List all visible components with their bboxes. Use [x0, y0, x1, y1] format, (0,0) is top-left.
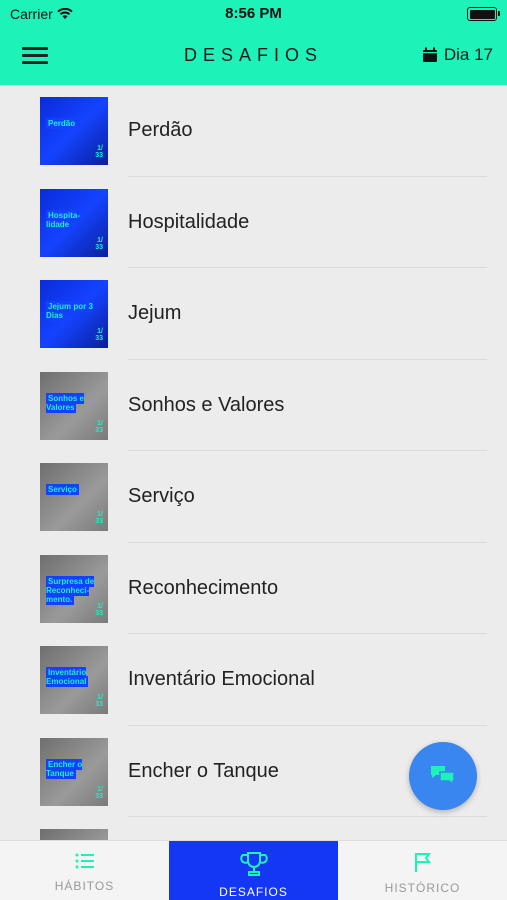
list-item[interactable]	[0, 817, 507, 840]
challenge-thumbnail	[40, 829, 108, 840]
tab-label: HISTÓRICO	[384, 881, 461, 895]
tab-desafios[interactable]: DESAFIOS	[169, 841, 338, 900]
chat-button[interactable]	[409, 742, 477, 810]
list-item[interactable]: Surpresa de Reconheci-mento. 1/33 Reconh…	[0, 543, 507, 634]
calendar-icon	[422, 47, 437, 62]
thumbnail-text: Jejum por 3 Dias	[46, 301, 93, 321]
thumbnail-text: Serviço	[46, 484, 79, 495]
challenge-thumbnail: Sonhos e Valores 1/33	[40, 371, 108, 440]
day-indicator[interactable]: Dia 17	[422, 45, 493, 65]
list-icon	[75, 853, 94, 869]
trophy-icon	[239, 852, 268, 876]
list-item[interactable]: Perdão 1/33 Perdão	[0, 85, 507, 177]
list-item[interactable]: Sonhos e Valores 1/33 Sonhos e Valores	[0, 360, 507, 451]
tab-habitos[interactable]: HÁBITOS	[0, 841, 169, 900]
app-screen: Carrier 8:56 PM DESAFIOS Dia 17 Perdão 1…	[0, 0, 507, 900]
day-label: Dia 17	[443, 45, 493, 64]
tab-historico[interactable]: HISTÓRICO	[338, 841, 507, 900]
challenge-title: Hospitalidade	[128, 210, 250, 233]
challenge-title: Jejum	[128, 302, 182, 324]
challenge-thumbnail: Jejum por 3 Dias 1/33	[40, 280, 108, 348]
thumbnail-text: Encher o Tanque	[46, 758, 83, 779]
nav-bar: DESAFIOS Dia 17	[0, 34, 507, 78]
challenge-title: Reconhecimento	[128, 576, 279, 599]
flag-icon	[414, 853, 431, 872]
thumbnail-text: Inventário Emocional	[46, 667, 89, 687]
tab-label: DESAFIOS	[219, 885, 288, 899]
challenge-title: Encher o Tanque	[128, 759, 279, 782]
header: Carrier 8:56 PM DESAFIOS Dia 17	[0, 0, 507, 85]
thumbnail-text: Perdão	[46, 118, 78, 129]
status-time: 8:56 PM	[225, 5, 282, 22]
challenge-list: Perdão 1/33 Perdão Hospita-lidade 1/33 H…	[0, 85, 507, 840]
list-item[interactable]: Inventário Emocional 1/33 Inventário Emo…	[0, 634, 507, 726]
challenge-title: Inventário Emocional	[128, 668, 315, 690]
status-bar: Carrier 8:56 PM	[0, 0, 507, 28]
challenge-thumbnail: Serviço 1/33	[40, 463, 108, 531]
challenge-thumbnail: Hospita-lidade 1/33	[40, 188, 108, 257]
list-item[interactable]: Jejum por 3 Dias 1/33 Jejum	[0, 268, 507, 360]
battery-icon	[467, 7, 500, 21]
challenge-thumbnail: Encher o Tanque 1/33	[40, 737, 108, 806]
thumbnail-text: Sonhos e Valores	[46, 392, 85, 413]
list-item[interactable]: Serviço 1/33 Serviço	[0, 451, 507, 543]
challenge-title: Serviço	[128, 485, 195, 507]
thumbnail-text: Surpresa de Reconheci-mento.	[46, 575, 95, 605]
list-item[interactable]: Hospita-lidade 1/33 Hospitalidade	[0, 177, 507, 268]
challenge-thumbnail: Surpresa de Reconheci-mento. 1/33	[40, 554, 108, 623]
tab-label: HÁBITOS	[54, 879, 115, 893]
challenge-title: Perdão	[128, 119, 193, 141]
thumbnail-text: Hospita-lidade	[46, 209, 80, 230]
chat-icon	[431, 766, 455, 786]
challenge-thumbnail: Perdão 1/33	[40, 97, 108, 165]
challenge-title: Sonhos e Valores	[128, 393, 285, 416]
challenge-thumbnail: Inventário Emocional 1/33	[40, 646, 108, 714]
tab-bar: HÁBITOS DESAFIOS HISTÓRICO	[0, 840, 507, 900]
